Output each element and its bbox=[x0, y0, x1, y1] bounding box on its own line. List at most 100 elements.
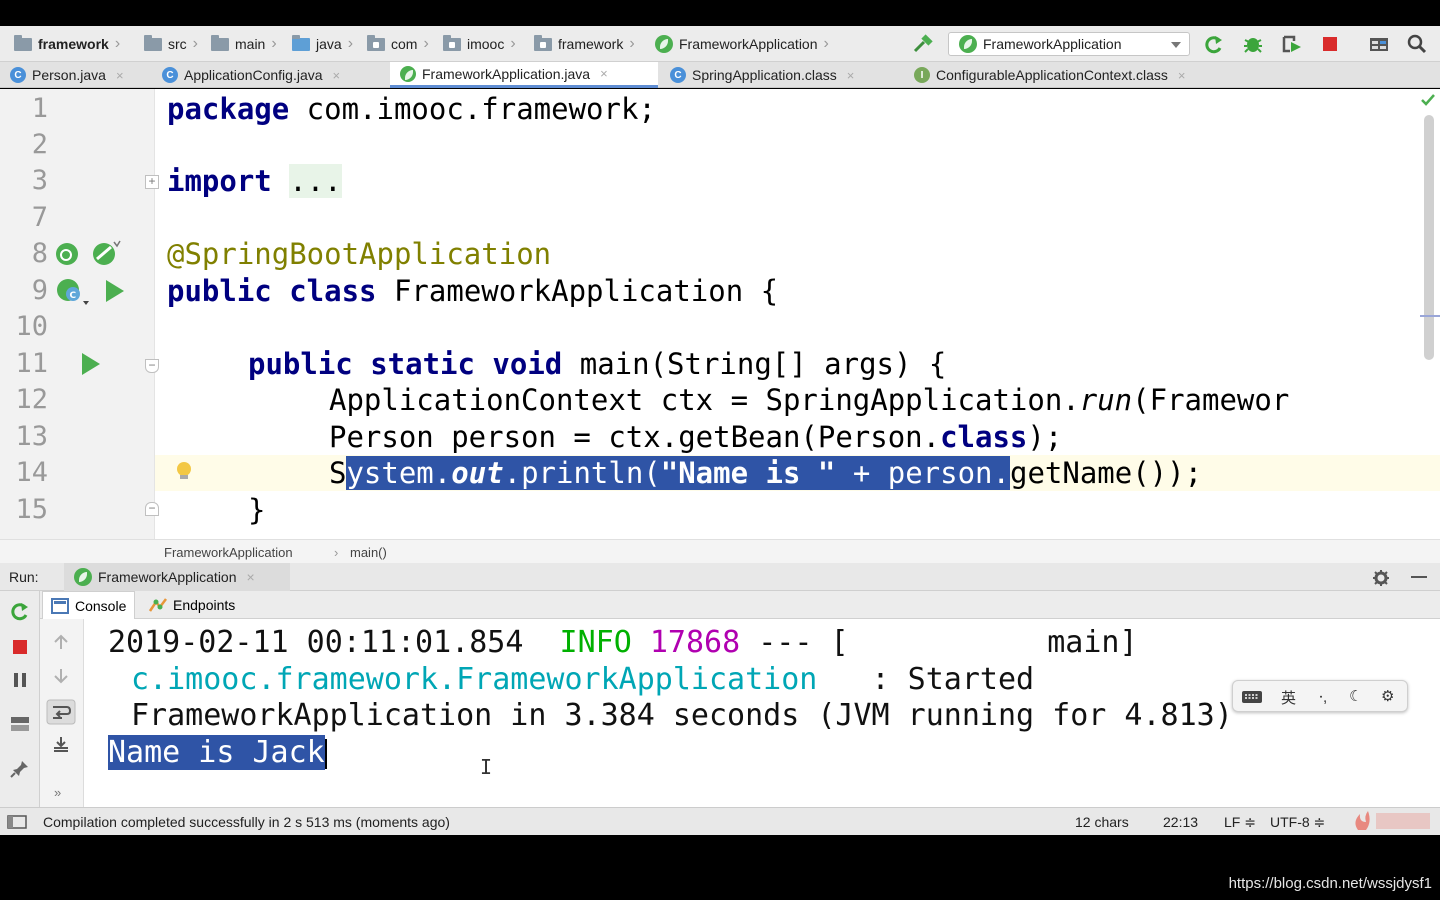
line-number: 15 bbox=[15, 494, 48, 525]
java-class-icon: C bbox=[670, 67, 686, 83]
program-output: Name is Jack bbox=[108, 734, 327, 771]
breadcrumb-project[interactable]: framework › bbox=[14, 34, 120, 54]
close-tab-icon[interactable]: × bbox=[116, 68, 124, 83]
fold-toggle-icon[interactable]: − bbox=[145, 359, 159, 373]
inspection-ok-icon bbox=[1421, 94, 1435, 106]
java-class-icon: C bbox=[10, 67, 26, 83]
run-with-coverage-icon[interactable] bbox=[1281, 34, 1303, 54]
close-tab-icon[interactable]: × bbox=[1178, 68, 1186, 83]
tab-springapplication-class[interactable]: C SpringApplication.class × bbox=[660, 62, 902, 88]
line-number: 13 bbox=[15, 421, 48, 452]
soft-wrap-icon[interactable] bbox=[46, 699, 76, 725]
editor-tab-bar: C Person.java × C ApplicationConfig.java… bbox=[0, 62, 1440, 88]
breadcrumb-framework[interactable]: framework › bbox=[534, 34, 635, 54]
endpoints-icon bbox=[148, 598, 167, 612]
run-class-icon[interactable] bbox=[106, 280, 124, 302]
tab-person-java[interactable]: C Person.java × bbox=[0, 62, 150, 88]
stop-icon[interactable] bbox=[1320, 34, 1342, 54]
code-line-8: @SpringBootApplication bbox=[167, 237, 552, 271]
code-line-1: package com.imooc.framework; bbox=[167, 92, 656, 126]
keyboard-icon[interactable] bbox=[1241, 688, 1263, 706]
tab-applicationconfig-java[interactable]: C ApplicationConfig.java × bbox=[152, 62, 388, 88]
ime-settings-icon[interactable]: ⚙ bbox=[1381, 687, 1394, 705]
pin-icon[interactable] bbox=[9, 759, 31, 779]
code-line-15: } bbox=[248, 493, 266, 527]
close-tab-icon[interactable]: × bbox=[333, 68, 341, 83]
spring-class-icon bbox=[400, 65, 416, 82]
run-tool-window-header: Run: FrameworkApplication × bbox=[0, 563, 1440, 591]
tab-console[interactable]: Console bbox=[42, 591, 136, 619]
code-line-13: Person person = ctx.getBean(Person.class… bbox=[329, 420, 1063, 454]
run-subtab-bar: Console Endpoints bbox=[40, 591, 1440, 619]
tab-configurableapplicationcontext-class[interactable]: I ConfigurableApplicationContext.class × bbox=[904, 62, 1254, 88]
breadcrumb-com[interactable]: com › bbox=[367, 34, 429, 54]
fold-toggle-icon[interactable]: − bbox=[145, 502, 159, 516]
console-toolbar: » bbox=[40, 619, 84, 807]
run-tab-frameworkapplication[interactable]: FrameworkApplication × bbox=[64, 563, 290, 591]
text-cursor-icon: I bbox=[480, 755, 493, 779]
ime-language-toggle[interactable]: 英 bbox=[1281, 687, 1296, 708]
breadcrumb-main[interactable]: main › bbox=[211, 34, 277, 54]
java-class-icon: C bbox=[162, 67, 178, 83]
ime-punctuation-toggle[interactable]: ⸱, bbox=[1319, 687, 1327, 707]
tab-frameworkapplication-java[interactable]: FrameworkApplication.java × bbox=[390, 62, 658, 88]
arrow-up-icon[interactable] bbox=[52, 633, 70, 651]
layout-icon[interactable] bbox=[9, 715, 31, 733]
code-line-14: System.out.println("Name is " + person.g… bbox=[329, 456, 1203, 490]
rerun-icon[interactable] bbox=[1203, 34, 1225, 54]
package-icon bbox=[534, 34, 552, 51]
close-tab-icon[interactable]: × bbox=[600, 66, 608, 81]
editor-scrollbar[interactable] bbox=[1424, 115, 1434, 360]
breadcrumb-src[interactable]: src › bbox=[144, 34, 198, 54]
folder-icon bbox=[144, 34, 162, 51]
line-number: 2 bbox=[31, 129, 48, 160]
line-number: 9 bbox=[31, 275, 48, 306]
spring-bean-icon[interactable] bbox=[54, 241, 82, 267]
minimize-icon[interactable] bbox=[1411, 576, 1427, 578]
scroll-to-end-icon[interactable] bbox=[51, 735, 71, 753]
build-hammer-icon[interactable] bbox=[912, 34, 934, 54]
gear-icon[interactable] bbox=[1371, 569, 1391, 587]
breadcrumb-java[interactable]: java › bbox=[292, 34, 353, 54]
search-icon[interactable] bbox=[1406, 34, 1428, 54]
tab-endpoints[interactable]: Endpoints bbox=[140, 591, 243, 619]
tool-window-toggle-icon[interactable] bbox=[7, 815, 27, 829]
breadcrumb-class-name[interactable]: FrameworkApplication bbox=[164, 545, 293, 560]
log-line-header: 2019-02-11 00:11:01.854 INFO 17868 --- [… bbox=[108, 625, 1138, 660]
fold-toggle-icon[interactable]: + bbox=[145, 175, 159, 189]
rerun-icon[interactable] bbox=[9, 601, 31, 621]
spring-config-icon[interactable] bbox=[90, 239, 122, 267]
ime-moon-icon[interactable]: ☾ bbox=[1349, 687, 1362, 705]
run-configuration-select[interactable]: FrameworkApplication bbox=[948, 32, 1190, 56]
log-line-started: FrameworkApplication in 3.384 seconds (J… bbox=[131, 698, 1233, 733]
cursor-position[interactable]: 22:13 bbox=[1163, 814, 1198, 830]
run-main-icon[interactable] bbox=[82, 353, 100, 375]
run-label: Run: bbox=[9, 569, 39, 585]
encoding-select[interactable]: UTF-8 ≑ bbox=[1270, 814, 1325, 831]
selected-text: ystem.out.println("Name is " + person. bbox=[346, 456, 1010, 490]
breadcrumb-imooc[interactable]: imooc › bbox=[443, 34, 516, 54]
spring-class-icon bbox=[655, 35, 673, 53]
input-method-toolbar: 英 ⸱, ☾ ⚙ bbox=[1232, 680, 1408, 712]
debug-bug-icon[interactable] bbox=[1242, 34, 1264, 54]
folded-imports[interactable]: ... bbox=[289, 164, 342, 198]
intention-bulb-icon[interactable] bbox=[177, 462, 191, 479]
line-separator-select[interactable]: LF ≑ bbox=[1224, 814, 1256, 831]
code-line-3: import ... bbox=[167, 164, 342, 198]
breadcrumb-method-name[interactable]: main() bbox=[350, 545, 387, 560]
spring-boot-class-icon[interactable]: C bbox=[54, 277, 94, 307]
chevron-down-icon bbox=[1171, 42, 1181, 48]
folder-icon bbox=[14, 34, 32, 51]
project-structure-icon[interactable] bbox=[1368, 34, 1390, 54]
code-line-12: ApplicationContext ctx = SpringApplicati… bbox=[329, 383, 1290, 417]
console-output[interactable]: 2019-02-11 00:11:01.854 INFO 17868 --- [… bbox=[84, 619, 1440, 807]
close-run-tab-icon[interactable]: × bbox=[247, 569, 255, 585]
stop-icon[interactable] bbox=[11, 638, 29, 656]
run-toolbar bbox=[0, 591, 40, 807]
more-actions-icon[interactable]: » bbox=[54, 785, 61, 800]
breadcrumb-class[interactable]: FrameworkApplication › bbox=[655, 34, 829, 54]
arrow-down-icon[interactable] bbox=[52, 667, 70, 685]
close-tab-icon[interactable]: × bbox=[847, 68, 855, 83]
pause-icon[interactable] bbox=[11, 671, 29, 689]
code-editor[interactable]: 1 2 3 7 8 9 10 11 12 13 14 15 C + − − pa… bbox=[0, 89, 1440, 539]
